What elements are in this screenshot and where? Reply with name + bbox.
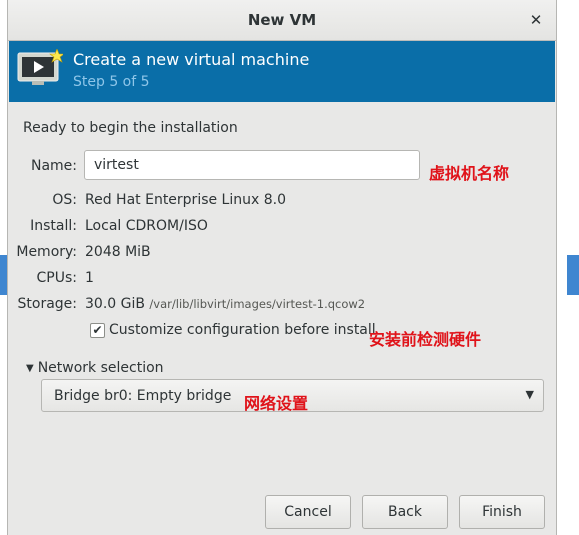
storage-path: /var/lib/libvirt/images/virtest-1.qcow2 [149, 297, 366, 311]
annotation-hardware: 安装前检测硬件 [369, 330, 482, 349]
window-title: New VM [247, 11, 317, 29]
storage-label: Storage: [17, 296, 78, 312]
back-button[interactable]: Back [362, 495, 448, 529]
cpus-label: CPUs: [36, 270, 77, 286]
annotation-vm-name: 虚拟机名称 [429, 164, 510, 183]
customize-checkbox-label[interactable]: Customize configuration before install [109, 322, 376, 338]
cancel-button[interactable]: Cancel [265, 495, 351, 529]
wizard-step: Step 5 of 5 [73, 74, 150, 90]
os-label: OS: [52, 192, 77, 208]
wizard-title: Create a new virtual machine [73, 50, 310, 69]
close-button[interactable]: ✕ [526, 10, 546, 30]
title-bar: New VM ✕ [8, 0, 556, 41]
annotation-network: 网络设置 [244, 394, 309, 413]
background-window-strip-right [567, 255, 579, 295]
network-expander[interactable]: ▼ Network selection [26, 360, 164, 380]
wizard-header: Create a new virtual machine Step 5 of 5 [9, 41, 555, 102]
os-value: Red Hat Enterprise Linux 8.0 [85, 192, 286, 208]
finish-button[interactable]: Finish [459, 495, 545, 529]
memory-value: 2048 MiB [85, 244, 151, 260]
name-label: Name: [30, 158, 77, 174]
monitor-play-icon [17, 49, 63, 85]
memory-label: Memory: [16, 244, 77, 260]
network-selected-value: Bridge br0: Empty bridge [54, 388, 232, 404]
name-input[interactable]: virtest [84, 150, 420, 180]
install-value: Local CDROM/ISO [85, 218, 208, 234]
install-label: Install: [30, 218, 77, 234]
cpus-value: 1 [85, 270, 94, 286]
expander-arrow-icon: ▼ [26, 363, 34, 374]
storage-value: 30.0 GiB /var/lib/libvirt/images/virtest… [85, 296, 365, 312]
customize-checkbox[interactable]: ✔ [90, 323, 105, 338]
new-vm-dialog: New VM ✕ Create a new virtual machine St… [7, 0, 557, 535]
storage-size: 30.0 GiB [85, 296, 145, 312]
network-expander-label: Network selection [37, 360, 164, 376]
dropdown-arrow-icon: ▼ [525, 388, 534, 401]
summary-heading: Ready to begin the installation [23, 120, 238, 136]
